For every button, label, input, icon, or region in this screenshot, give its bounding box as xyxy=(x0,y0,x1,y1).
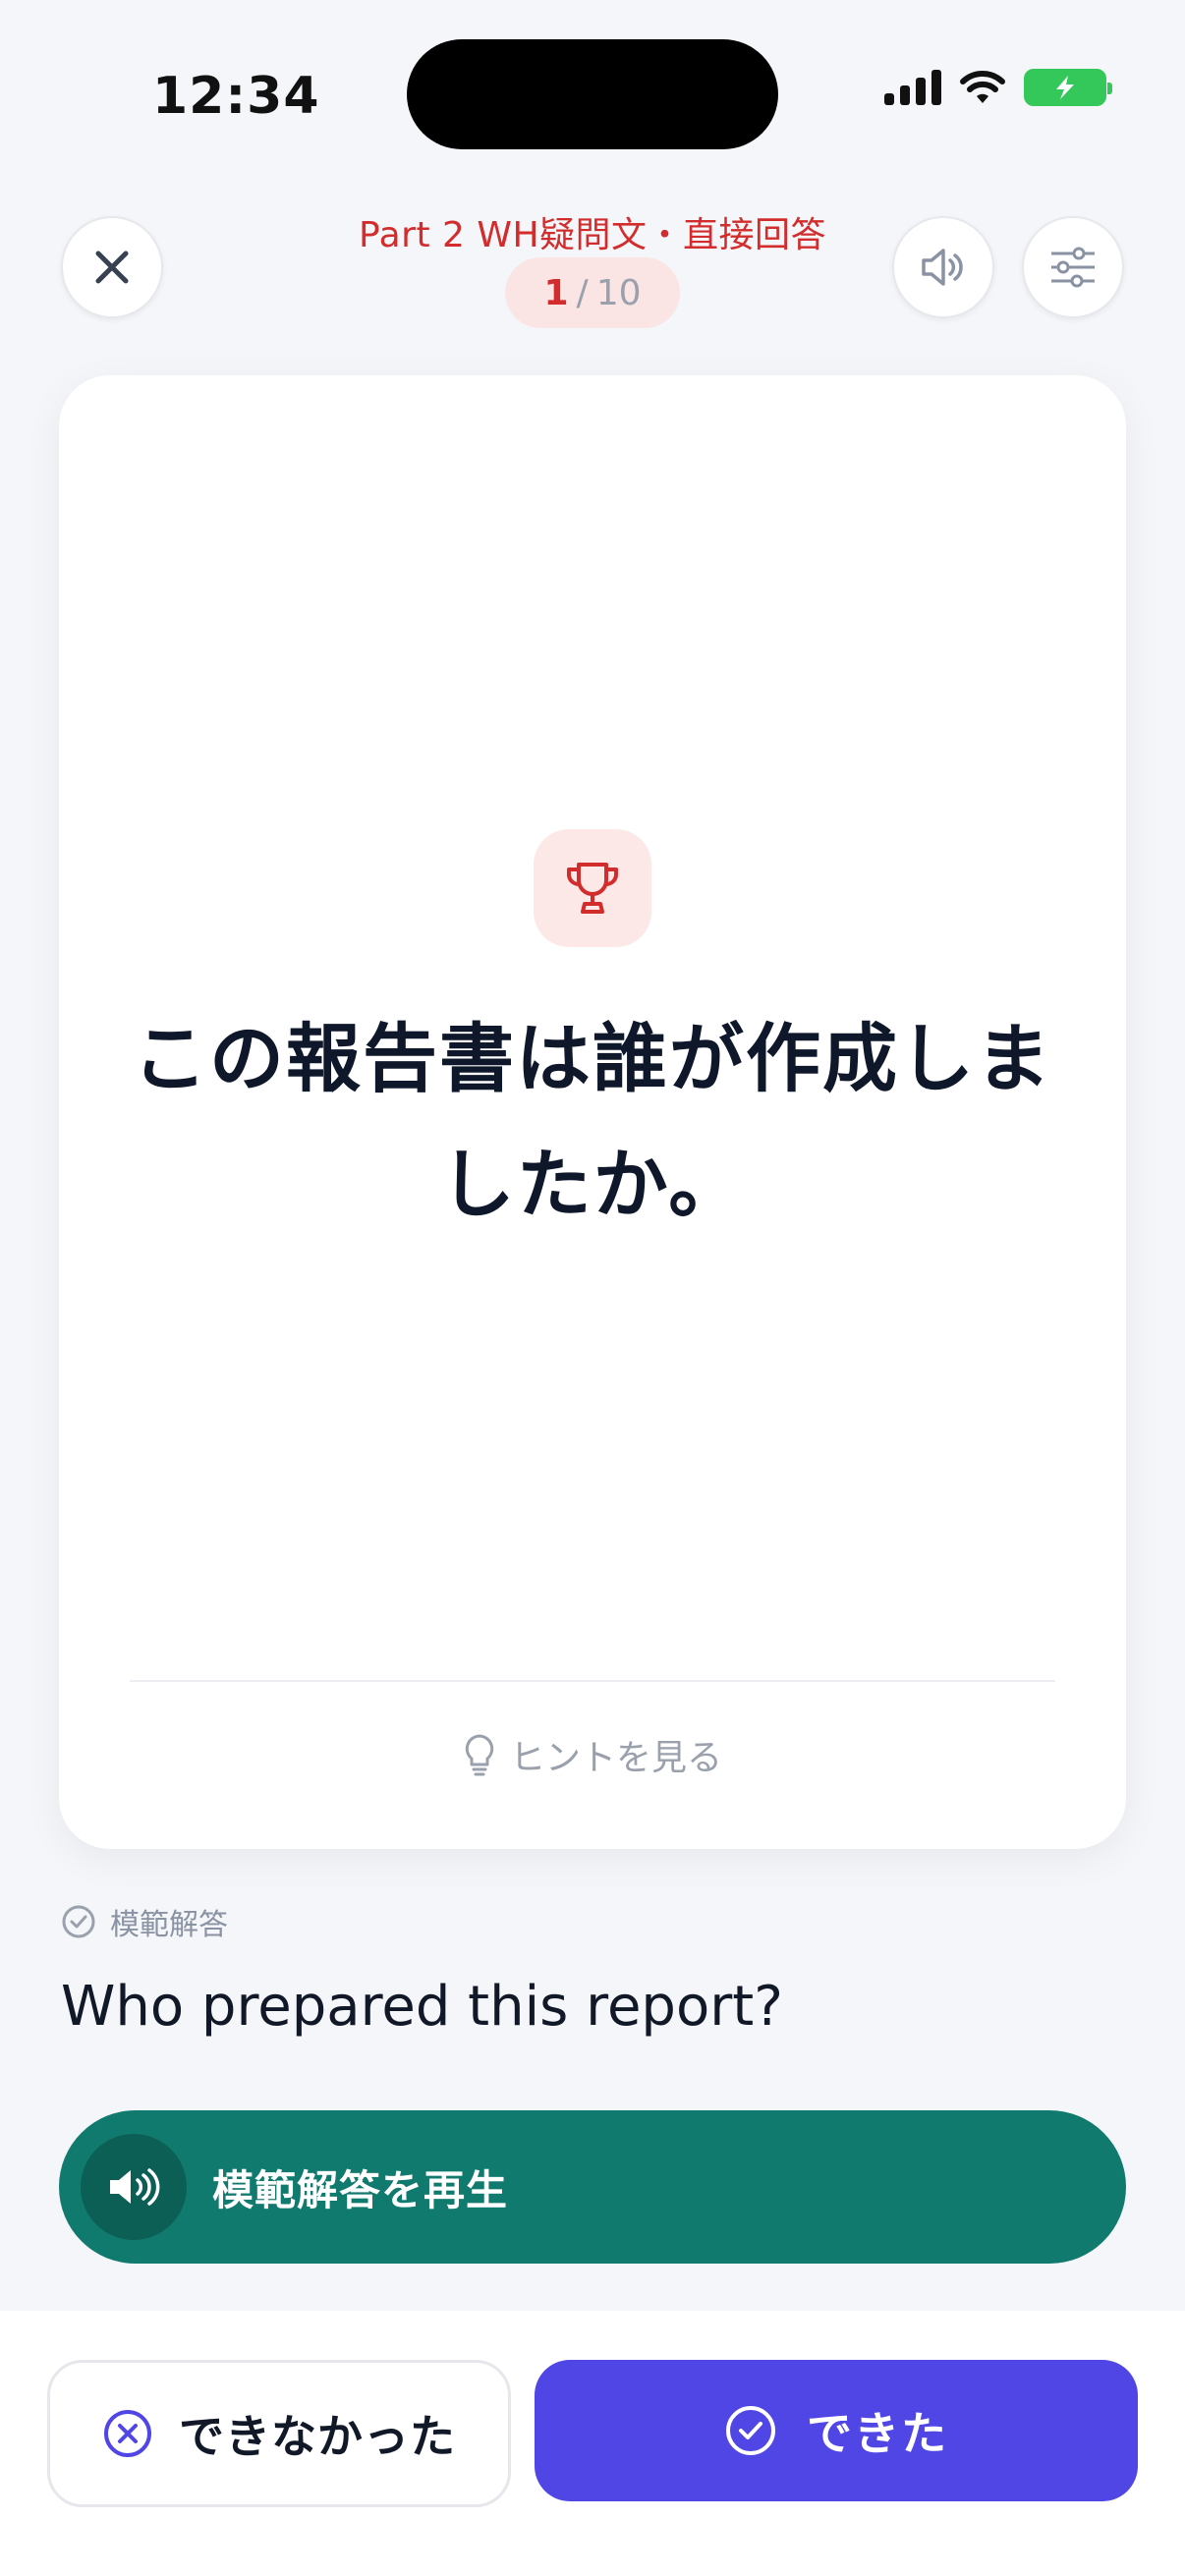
progress-indicator: 1 / 10 xyxy=(505,257,680,328)
speaker-icon xyxy=(922,249,963,286)
progress-current: 1 xyxy=(543,272,569,313)
dynamic-island xyxy=(407,39,778,149)
sound-button[interactable] xyxy=(892,216,994,318)
could-not-button[interactable]: できなかった xyxy=(47,2360,511,2507)
could-not-label: できなかった xyxy=(179,2410,456,2463)
card-divider xyxy=(130,1680,1055,1682)
status-icons xyxy=(884,69,1112,106)
hint-label: ヒントを見る xyxy=(509,1738,722,1778)
bottom-action-bar: できなかった できた xyxy=(0,2311,1185,2576)
x-circle-icon xyxy=(104,2410,151,2457)
model-answer-header: 模範解答 xyxy=(61,1900,228,1943)
could-do-button[interactable]: できた xyxy=(535,2360,1138,2501)
sliders-icon xyxy=(1051,247,1095,288)
settings-button[interactable] xyxy=(1022,216,1124,318)
lightbulb-icon xyxy=(465,1734,494,1776)
model-answer-label: 模範解答 xyxy=(110,1908,228,1942)
question-text: この報告書は誰が作成しましたか。 xyxy=(133,1015,1052,1228)
question-card[interactable]: この報告書は誰が作成しましたか。 ヒントを見る xyxy=(59,375,1126,1849)
could-do-label: できた xyxy=(807,2407,948,2460)
status-time: 12:34 xyxy=(152,67,320,126)
check-circle-icon xyxy=(726,2406,775,2455)
deck-title: Part 2 WH疑問文・直接回答 xyxy=(358,215,827,255)
play-icon-circle xyxy=(81,2134,187,2240)
model-answer-text: Who prepared this report? xyxy=(61,1975,783,2039)
play-model-answer-button[interactable]: 模範解答を再生 xyxy=(59,2110,1126,2264)
trophy-badge xyxy=(534,829,651,947)
battery-charging-icon xyxy=(1024,69,1112,106)
speaker-loud-icon xyxy=(110,2168,160,2206)
cellular-signal-icon xyxy=(884,70,941,105)
play-model-answer-label: 模範解答を再生 xyxy=(212,2165,509,2214)
trophy-icon xyxy=(567,863,618,914)
flashcard-screen: 12:34 Part 2 WH疑問文・直接回答 1 / 10 この報告書は誰が作… xyxy=(0,0,1185,2576)
check-circle-icon xyxy=(62,1905,95,1938)
hint-button[interactable]: ヒントを見る xyxy=(59,1729,1126,1780)
progress-total: 10 xyxy=(595,272,642,313)
progress-separator: / xyxy=(576,272,589,313)
wifi-icon xyxy=(960,71,1005,103)
